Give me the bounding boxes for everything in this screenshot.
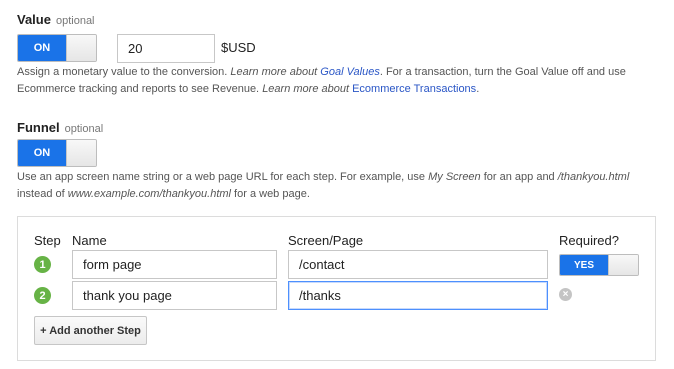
required-toggle-yes-label: YES [560,255,608,275]
column-header-step: Step [34,233,61,248]
required-toggle-knob [608,255,638,275]
funnel-help-t1: Use an app screen name string or a web p… [17,171,429,183]
column-header-screen-page: Screen/Page [288,233,364,248]
funnel-help-i2: /thankyou.html [557,171,630,183]
value-optional-label: optional [55,15,95,27]
column-header-required: Required? [559,233,619,248]
column-header-name: Name [72,233,107,248]
value-help-t4: Ecommerce tracking and reports to see Re… [17,83,263,95]
value-title-text: Value [17,12,51,27]
funnel-section-title: Funnel optional [17,120,103,135]
funnel-title-text: Funnel [17,120,60,135]
add-another-step-button[interactable]: + Add another Step [34,316,147,345]
goal-values-link[interactable]: Goal Values [320,66,380,78]
step-number-badge: 1 [34,256,51,273]
required-toggle[interactable]: YES [559,254,639,276]
step-page-input[interactable]: /thanks [288,281,548,310]
value-amount-input[interactable]: 20 [117,34,215,63]
funnel-help-t3: instead of [17,188,68,200]
value-help-t1: Assign a monetary value to the conversio… [17,66,231,78]
value-help-t5: Learn more about [262,83,353,95]
step-number-badge: 2 [34,287,51,304]
value-toggle-on-label: ON [18,35,66,61]
value-section-title: Value optional [17,12,95,27]
remove-circle-icon[interactable]: × [559,288,572,301]
value-toggle-knob [66,35,96,61]
step-page-input[interactable]: /contact [288,250,548,279]
funnel-toggle-knob [66,140,96,166]
ecommerce-transactions-link[interactable]: Ecommerce Transactions [352,83,476,95]
value-help-t6: . [476,83,480,95]
funnel-toggle[interactable]: ON [17,139,97,167]
value-toggle[interactable]: ON [17,34,97,62]
currency-label: $USD [221,40,256,55]
funnel-help-t2: for an app and [480,171,558,183]
funnel-toggle-on-label: ON [18,140,66,166]
value-help-t3: . For a transaction, turn the Goal Value… [379,66,626,78]
step-name-input[interactable]: thank you page [72,281,277,310]
funnel-help-i3: www.example.com/thankyou.html [67,188,231,200]
funnel-help-text: Use an app screen name string or a web p… [17,169,667,203]
step-name-input[interactable]: form page [72,250,277,279]
value-help-t2: Learn more about [230,66,321,78]
funnel-help-t4: for a web page. [231,188,310,200]
value-help-text: Assign a monetary value to the conversio… [17,64,667,98]
funnel-optional-label: optional [64,123,104,135]
funnel-help-i1: My Screen [428,171,481,183]
